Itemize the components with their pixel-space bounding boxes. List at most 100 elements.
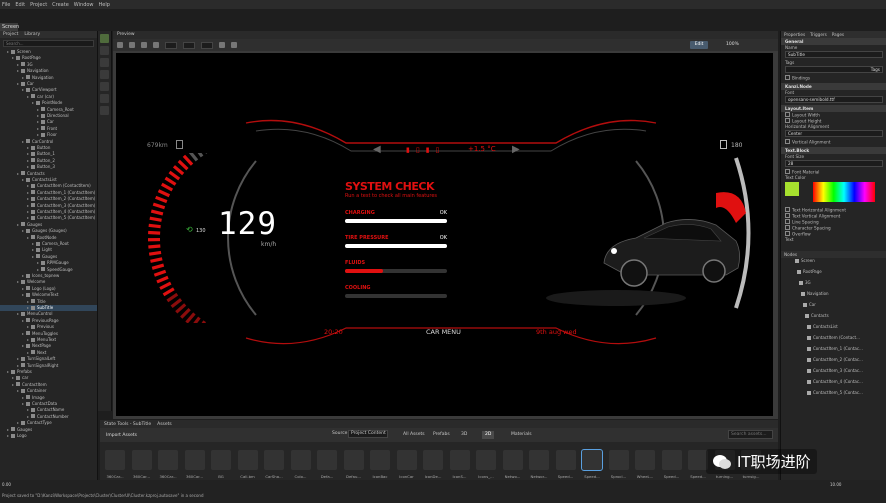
tab-triggers[interactable]: Triggers [810, 32, 827, 37]
asset-item[interactable]: Speed... [555, 450, 577, 479]
visibility-icon[interactable] [807, 379, 811, 384]
visibility-icon[interactable] [807, 390, 811, 395]
asset-item[interactable]: IconS... [449, 450, 471, 479]
pin-icon[interactable] [231, 42, 237, 48]
asset-item[interactable]: Speed... [581, 449, 603, 479]
node-row[interactable]: 3G [781, 280, 885, 286]
screen-tab[interactable]: Screen [0, 23, 19, 31]
asset-item[interactable]: 360Car... [184, 450, 206, 479]
filter-tab[interactable]: Prefabs [430, 431, 453, 439]
light-tool-icon[interactable] [100, 94, 109, 103]
tab-pages[interactable]: Pages [832, 32, 844, 37]
select-tool-icon[interactable] [100, 34, 109, 43]
node-row[interactable]: Navigation [781, 291, 885, 297]
node-row[interactable]: Contacts [781, 313, 885, 319]
asset-item[interactable]: Colo... [290, 450, 312, 479]
asset-item[interactable]: Netwo... [502, 450, 524, 479]
tags-button[interactable]: Tags [785, 66, 883, 73]
asset-item[interactable]: Defa... [316, 450, 338, 479]
node-row[interactable]: ContactItem_5 (Contac... [781, 390, 885, 396]
visibility-icon[interactable] [807, 368, 811, 373]
menu-help[interactable]: Help [99, 2, 110, 8]
visibility-icon[interactable] [795, 258, 799, 263]
name-field[interactable]: SubTitle [785, 51, 883, 58]
visibility-icon[interactable] [807, 346, 811, 351]
node-row[interactable]: ContactItem_2 (Contac... [781, 357, 885, 363]
asset-search-input[interactable]: Search assets... [728, 430, 773, 439]
hue-spectrum[interactable] [813, 182, 875, 202]
zoom-level[interactable]: 100% [726, 41, 739, 49]
halign-select[interactable]: Center [785, 130, 883, 137]
rotate-tool-icon[interactable] [100, 58, 109, 67]
asset-item[interactable]: Defau... [343, 450, 365, 479]
asset-item[interactable]: Networ... [528, 450, 550, 479]
asset-item[interactable]: Icons_... [475, 450, 497, 479]
x-field[interactable] [165, 41, 177, 49]
node-row[interactable]: ContactItem_1 (Contac... [781, 346, 885, 352]
asset-item[interactable]: BG [210, 450, 232, 479]
node-row[interactable]: ContactItem_4 (Contac... [781, 379, 885, 385]
camera-tool-icon[interactable] [100, 82, 109, 91]
scale-tool-icon[interactable] [100, 70, 109, 79]
visibility-icon[interactable] [807, 324, 811, 329]
general-section[interactable]: General [781, 38, 886, 45]
asset-item[interactable]: IconCar [396, 450, 418, 479]
resize-icon[interactable] [141, 42, 147, 48]
preview-tab[interactable]: Preview [113, 31, 778, 39]
tab-nodes[interactable]: Nodes [784, 252, 797, 257]
snap-icon[interactable] [219, 42, 225, 48]
tab-properties[interactable]: Properties [784, 32, 805, 37]
menu-project[interactable]: Project [30, 2, 47, 8]
asset-item[interactable]: Sprocl... [608, 450, 630, 479]
kanzi-node-section[interactable]: Kanzi.Node [781, 83, 886, 90]
edit-mode-button[interactable]: Edit [690, 41, 708, 49]
menu-edit[interactable]: Edit [15, 2, 25, 8]
align-icon[interactable] [153, 42, 159, 48]
asset-item[interactable]: CarSha... [263, 450, 285, 479]
move-icon[interactable] [129, 42, 135, 48]
move-tool-icon[interactable] [100, 46, 109, 55]
asset-item[interactable]: 360Car... [131, 450, 153, 479]
filter-tab[interactable]: 2D [482, 431, 495, 439]
source-select[interactable]: Project Content [348, 430, 388, 438]
tree-item[interactable]: ▸ Logo [0, 433, 97, 439]
node-row[interactable]: ContactsList [781, 324, 885, 330]
visibility-icon[interactable] [807, 335, 811, 340]
visibility-icon[interactable] [801, 291, 805, 296]
y-field[interactable] [183, 41, 195, 49]
asset-item[interactable]: Speed... [661, 450, 683, 479]
node-row[interactable]: RootPage [781, 269, 885, 275]
menu-create[interactable]: Create [52, 2, 69, 8]
visibility-icon[interactable] [805, 313, 809, 318]
grid-tool-icon[interactable] [100, 106, 109, 115]
visibility-icon[interactable] [797, 269, 801, 274]
tab-project[interactable]: Project [3, 32, 18, 37]
visibility-icon[interactable] [799, 280, 803, 285]
node-row[interactable]: ContactItem (Contact... [781, 335, 885, 341]
font-size-field[interactable]: 28 [785, 160, 883, 167]
preview-canvas[interactable]: 679km 180 ◀ ▶ ▮▯▮▯ +1.5 °C ⟲ 130 129 km/… [113, 51, 778, 419]
asset-item[interactable]: Call.bm [237, 450, 259, 479]
tab-library[interactable]: Library [24, 32, 40, 37]
bindings-toggle[interactable]: Bindings [781, 75, 886, 81]
node-row[interactable]: ContactItem_3 (Contac... [781, 368, 885, 374]
font-field[interactable]: opensans-semibold.ttf [785, 96, 883, 103]
project-search-input[interactable]: Search... [3, 40, 94, 47]
text-block-section[interactable]: Text.Block [781, 147, 886, 154]
layout-icon[interactable] [117, 42, 123, 48]
menu-window[interactable]: Window [74, 2, 94, 8]
node-row[interactable]: Screen [781, 258, 885, 264]
layout-item-section[interactable]: Layout.Item [781, 105, 886, 112]
import-assets-button[interactable]: Import Assets [106, 433, 137, 438]
color-swatch[interactable] [785, 182, 799, 196]
asset-item[interactable]: WheeL... [634, 450, 656, 479]
valign-check[interactable]: Vertical Alignment [781, 139, 886, 145]
filter-tab[interactable]: 3D [458, 431, 470, 439]
visibility-icon[interactable] [807, 357, 811, 362]
filter-tab[interactable]: All Assets [400, 431, 428, 439]
dashboard-preview[interactable]: 679km 180 ◀ ▶ ▮▯▮▯ +1.5 °C ⟲ 130 129 km/… [116, 53, 773, 416]
menu-file[interactable]: File [2, 2, 10, 8]
color-picker[interactable] [785, 182, 882, 206]
filter-tab[interactable]: Materials [508, 431, 535, 439]
car-menu-label[interactable]: CAR MENU [426, 328, 461, 336]
